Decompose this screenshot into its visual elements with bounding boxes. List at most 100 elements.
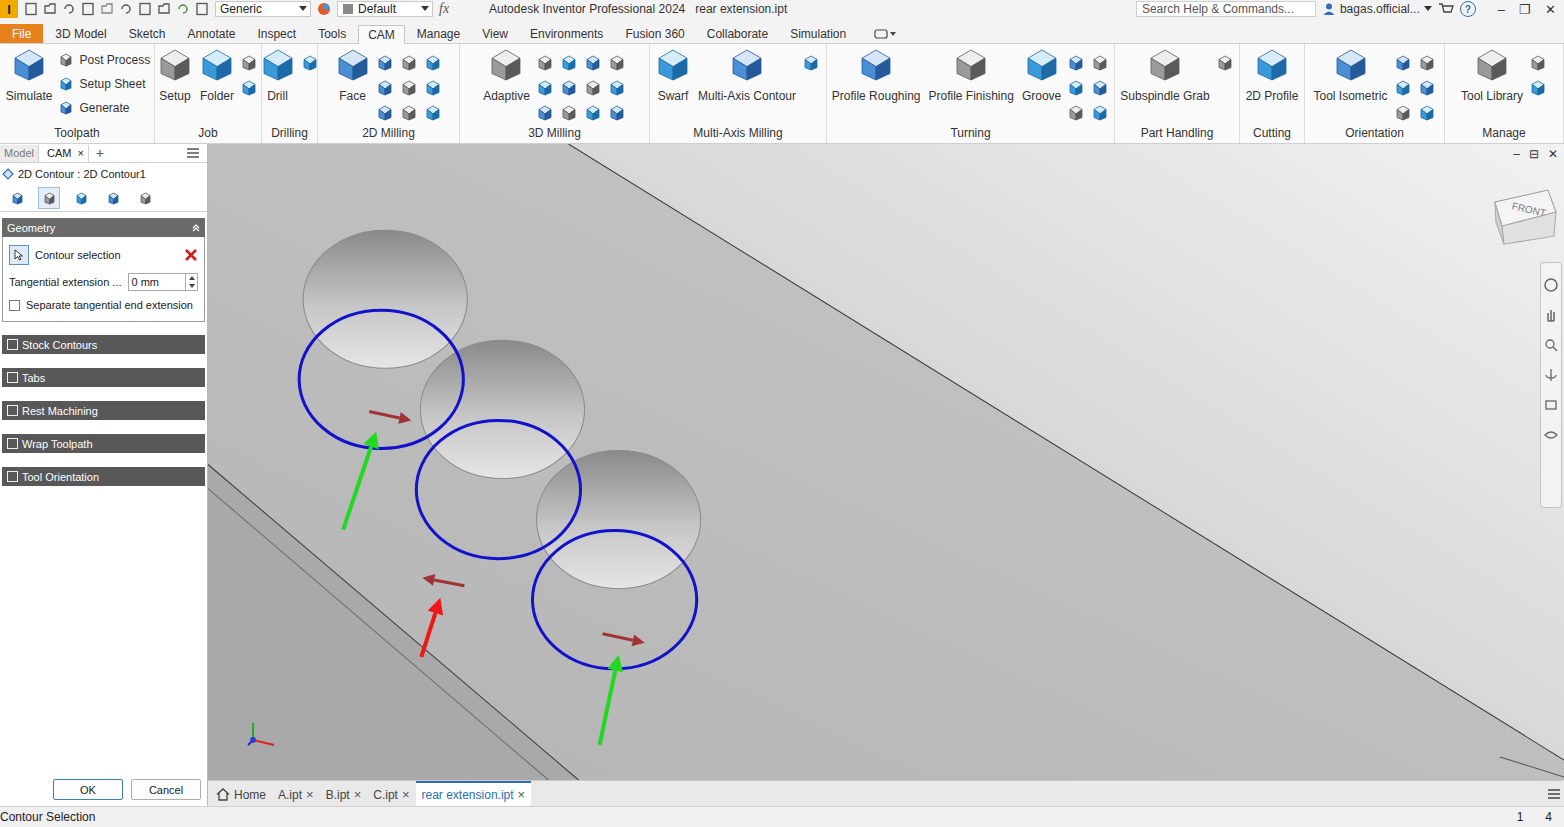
- direction-arrow[interactable]: [603, 634, 645, 646]
- ribbon-tab[interactable]: View: [472, 24, 518, 43]
- model-viewport[interactable]: FRONT: [208, 144, 1564, 780]
- ribbon-button[interactable]: Subspindle Grab: [1118, 48, 1211, 103]
- ribbon-button[interactable]: Setup: [156, 48, 194, 103]
- ribbon-tab[interactable]: Annotate: [177, 24, 245, 43]
- app-logo[interactable]: I: [0, 0, 18, 18]
- search-field[interactable]: Search Help & Commands...: [1136, 1, 1316, 17]
- settings-section[interactable]: Stock Contours: [2, 335, 205, 354]
- document-tab[interactable]: Home: [210, 781, 272, 806]
- operation-tab[interactable]: [102, 187, 124, 209]
- orbit-icon[interactable]: [1543, 367, 1559, 383]
- quick-access-icon[interactable]: [43, 2, 57, 16]
- settings-section[interactable]: Tool Orientation: [2, 467, 205, 486]
- operation-tab[interactable]: [38, 187, 60, 209]
- close-document-button[interactable]: ×: [518, 787, 526, 802]
- ribbon-button[interactable]: Face: [334, 48, 372, 103]
- ribbon-tab[interactable]: Manage: [407, 24, 470, 43]
- user-account[interactable]: bagas.official...: [1322, 2, 1432, 16]
- browser-tab[interactable]: Model: [0, 145, 39, 162]
- parameters-button[interactable]: fx: [439, 1, 449, 17]
- operation-tab[interactable]: [6, 187, 28, 209]
- help-button[interactable]: ?: [1460, 1, 1476, 17]
- hole[interactable]: [536, 450, 700, 588]
- steering-wheel-icon[interactable]: [1543, 277, 1559, 293]
- window-control[interactable]: –: [1498, 2, 1505, 17]
- style-dropdown[interactable]: Generic: [215, 1, 311, 17]
- settings-section[interactable]: Rest Machining: [2, 401, 205, 420]
- ribbon-small-button[interactable]: Generate: [58, 100, 150, 116]
- clear-selection-icon[interactable]: [184, 248, 198, 262]
- menu-icon[interactable]: [187, 148, 199, 158]
- document-tab[interactable]: B.ipt×: [320, 781, 368, 806]
- document-tab[interactable]: A.ipt×: [272, 781, 320, 806]
- dialog-button[interactable]: Cancel: [131, 779, 201, 800]
- pan-icon[interactable]: [1543, 307, 1559, 323]
- ribbon-tab[interactable]: 3D Model: [45, 24, 116, 43]
- ribbon-button[interactable]: Simulate: [4, 48, 55, 103]
- viewport-control[interactable]: ⊟: [1529, 147, 1539, 161]
- ribbon-small-button[interactable]: Setup Sheet: [58, 76, 150, 92]
- separate-extension-row[interactable]: Separate tangential end extension: [9, 299, 198, 311]
- ribbon-button[interactable]: Profile Roughing: [830, 48, 923, 103]
- direction-arrow[interactable]: [422, 574, 464, 586]
- ribbon-button[interactable]: Tool Isometric: [1311, 48, 1389, 103]
- quick-access-icon[interactable]: [195, 2, 209, 16]
- checkbox[interactable]: [7, 471, 18, 482]
- viewport-control[interactable]: ✕: [1548, 147, 1558, 161]
- close-document-button[interactable]: ×: [354, 787, 362, 802]
- selected-contour[interactable]: [299, 310, 463, 448]
- quick-access-icon[interactable]: [81, 2, 95, 16]
- ribbon-tab[interactable]: Inspect: [247, 24, 306, 43]
- appearance-dropdown[interactable]: Default: [337, 1, 433, 17]
- view-cube[interactable]: FRONT: [1495, 190, 1556, 244]
- operation-tab[interactable]: [70, 187, 92, 209]
- hole[interactable]: [303, 230, 467, 368]
- window-control[interactable]: ❐: [1519, 2, 1531, 17]
- checkbox[interactable]: [9, 300, 20, 311]
- window-control[interactable]: ✕: [1545, 2, 1556, 17]
- checkbox[interactable]: [7, 339, 18, 350]
- close-document-button[interactable]: ×: [402, 787, 410, 802]
- settings-section[interactable]: Wrap Toolpath: [2, 434, 205, 453]
- ribbon-button[interactable]: 2D Profile: [1244, 48, 1301, 103]
- ribbon-button[interactable]: Adaptive: [481, 48, 532, 103]
- contour-select-button[interactable]: [9, 245, 29, 265]
- ribbon-button[interactable]: Drill: [262, 48, 297, 103]
- close-document-button[interactable]: ×: [306, 787, 314, 802]
- selected-contour[interactable]: [532, 531, 696, 669]
- ribbon-tab[interactable]: Collaborate: [697, 24, 778, 43]
- quick-access-icon[interactable]: [100, 2, 114, 16]
- quick-access-icon[interactable]: [119, 2, 133, 16]
- add-tab-button[interactable]: +: [93, 145, 107, 161]
- zoom-icon[interactable]: [1543, 337, 1559, 353]
- tangential-extension-input[interactable]: 0 mm: [128, 273, 198, 291]
- geometry-section-header[interactable]: Geometry: [2, 218, 205, 237]
- close-tab-button[interactable]: ×: [77, 147, 83, 159]
- ribbon-tab[interactable]: Simulation: [780, 24, 856, 43]
- ribbon-small-button[interactable]: Post Process: [58, 52, 150, 68]
- settings-section[interactable]: Tabs: [2, 368, 205, 387]
- ribbon-button[interactable]: Multi-Axis Contour: [696, 48, 798, 103]
- ribbon-button[interactable]: Swarf: [654, 48, 692, 103]
- checkbox[interactable]: [7, 438, 18, 449]
- ribbon-tab[interactable]: CAM: [358, 25, 405, 44]
- ribbon-button[interactable]: Tool Library: [1459, 48, 1525, 103]
- look-icon[interactable]: [1543, 397, 1559, 413]
- ribbon-tab[interactable]: Environments: [520, 24, 613, 43]
- ribbon-tab[interactable]: File: [0, 24, 43, 43]
- ribbon-button[interactable]: Groove: [1020, 48, 1063, 103]
- ribbon-tab[interactable]: Sketch: [119, 24, 176, 43]
- selected-contour[interactable]: [416, 420, 580, 558]
- ribbon-button[interactable]: Profile Finishing: [927, 48, 1016, 103]
- dialog-button[interactable]: OK: [53, 779, 123, 800]
- quick-access-icon[interactable]: [138, 2, 152, 16]
- ribbon-tab[interactable]: Tools: [308, 24, 356, 43]
- view-icon[interactable]: [1543, 427, 1559, 443]
- direction-arrow[interactable]: [343, 431, 379, 529]
- quick-access-icon[interactable]: [176, 2, 190, 16]
- document-tab[interactable]: C.ipt×: [367, 781, 415, 806]
- cart-icon[interactable]: [1438, 2, 1454, 16]
- direction-arrow[interactable]: [600, 655, 624, 745]
- hole[interactable]: [420, 340, 584, 478]
- viewport-control[interactable]: –: [1513, 147, 1520, 161]
